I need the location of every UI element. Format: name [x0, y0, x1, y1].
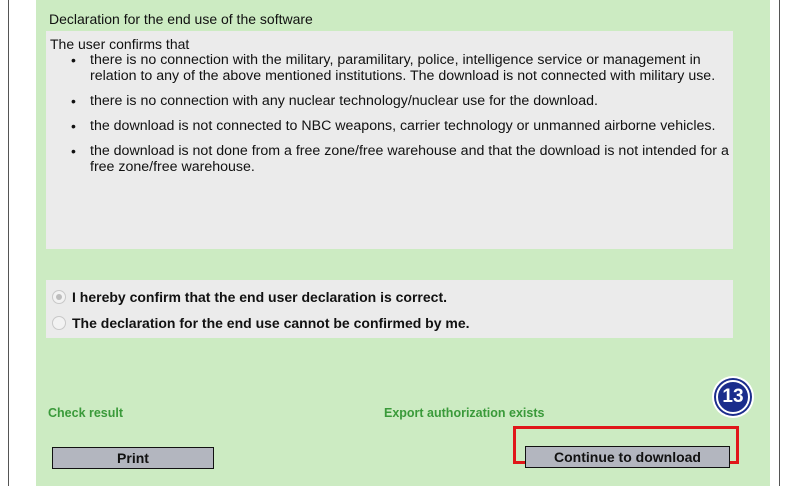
left-border — [8, 0, 9, 486]
decline-option[interactable]: The declaration for the end use cannot b… — [52, 315, 470, 331]
bullet-icon: • — [71, 118, 76, 134]
decline-option-label: The declaration for the end use cannot b… — [72, 315, 470, 331]
list-item: • there is no connection with any nuclear… — [62, 93, 732, 109]
confirm-option[interactable]: I hereby confirm that the end user decla… — [52, 289, 447, 305]
right-border — [779, 0, 780, 486]
print-button[interactable]: Print — [52, 447, 214, 469]
badge-ring — [716, 380, 750, 414]
list-item-text: the download is not done from a free zon… — [90, 143, 729, 175]
bullet-icon: • — [71, 93, 76, 109]
confirm-option-label: I hereby confirm that the end user decla… — [72, 289, 447, 305]
list-item-text: there is no connection with the military… — [90, 52, 716, 84]
list-item: • the download is not connected to NBC we… — [62, 118, 732, 134]
radio-unchecked-icon[interactable] — [52, 316, 66, 330]
radio-checked-icon[interactable] — [52, 290, 66, 304]
list-item: • there is no connection with the militar… — [62, 52, 732, 84]
declaration-heading: Declaration for the end use of the softw… — [49, 11, 313, 27]
bullet-icon: • — [71, 143, 76, 159]
export-authorization-status: Export authorization exists — [384, 406, 545, 420]
continue-to-download-button[interactable]: Continue to download — [525, 446, 730, 468]
check-result-label: Check result — [48, 406, 124, 420]
bullet-icon: • — [71, 52, 76, 68]
list-item-text: there is no connection with any nuclear … — [90, 93, 598, 109]
list-item-text: the download is not connected to NBC wea… — [90, 118, 716, 134]
page-frame: Declaration for the end use of the softw… — [0, 0, 791, 486]
list-item: • the download is not done from a free zo… — [62, 143, 732, 175]
declaration-list: • there is no connection with the militar… — [62, 52, 732, 184]
declaration-intro: The user confirms that — [50, 36, 190, 52]
step-number-badge: 13 — [714, 378, 752, 416]
